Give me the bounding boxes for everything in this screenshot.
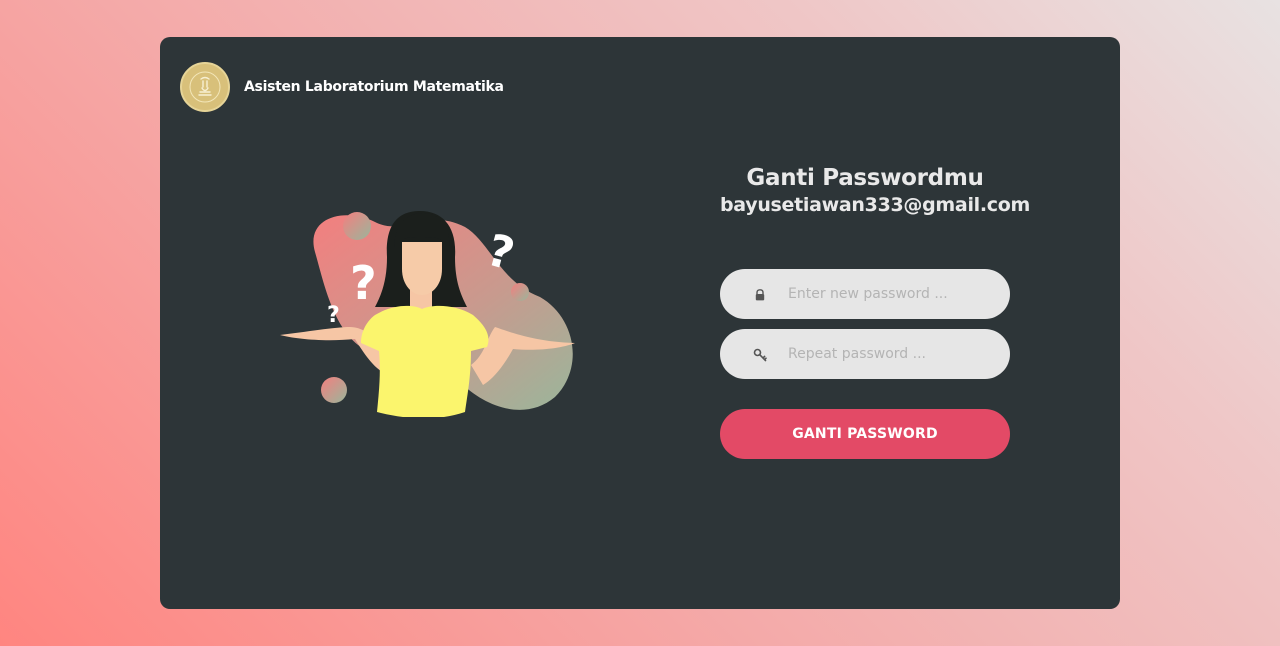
confused-woman-illustration-icon: ? ? ?: [275, 167, 595, 419]
user-email: bayusetiawan333@gmail.com: [720, 194, 1030, 216]
svg-text:?: ?: [482, 225, 520, 281]
lab-seal-logo-icon: [180, 62, 230, 112]
key-icon: [752, 347, 768, 363]
repeat-password-input[interactable]: [788, 334, 988, 374]
brand-header: Asisten Laboratorium Matematika: [180, 62, 504, 112]
new-password-field[interactable]: [720, 269, 1010, 319]
change-password-form: Ganti Passwordmu bayusetiawan333@gmail.c…: [720, 163, 1060, 459]
change-password-card: Asisten Laboratorium Matematika ? ? ? Ga…: [160, 37, 1120, 609]
svg-text:?: ?: [350, 256, 377, 310]
new-password-input[interactable]: [788, 274, 988, 314]
repeat-password-field[interactable]: [720, 329, 1010, 379]
svg-text:?: ?: [327, 303, 340, 328]
lock-icon: [752, 287, 768, 303]
form-title: Ganti Passwordmu: [746, 165, 984, 191]
change-password-button[interactable]: Ganti Password: [720, 409, 1010, 459]
brand-name: Asisten Laboratorium Matematika: [244, 79, 504, 95]
